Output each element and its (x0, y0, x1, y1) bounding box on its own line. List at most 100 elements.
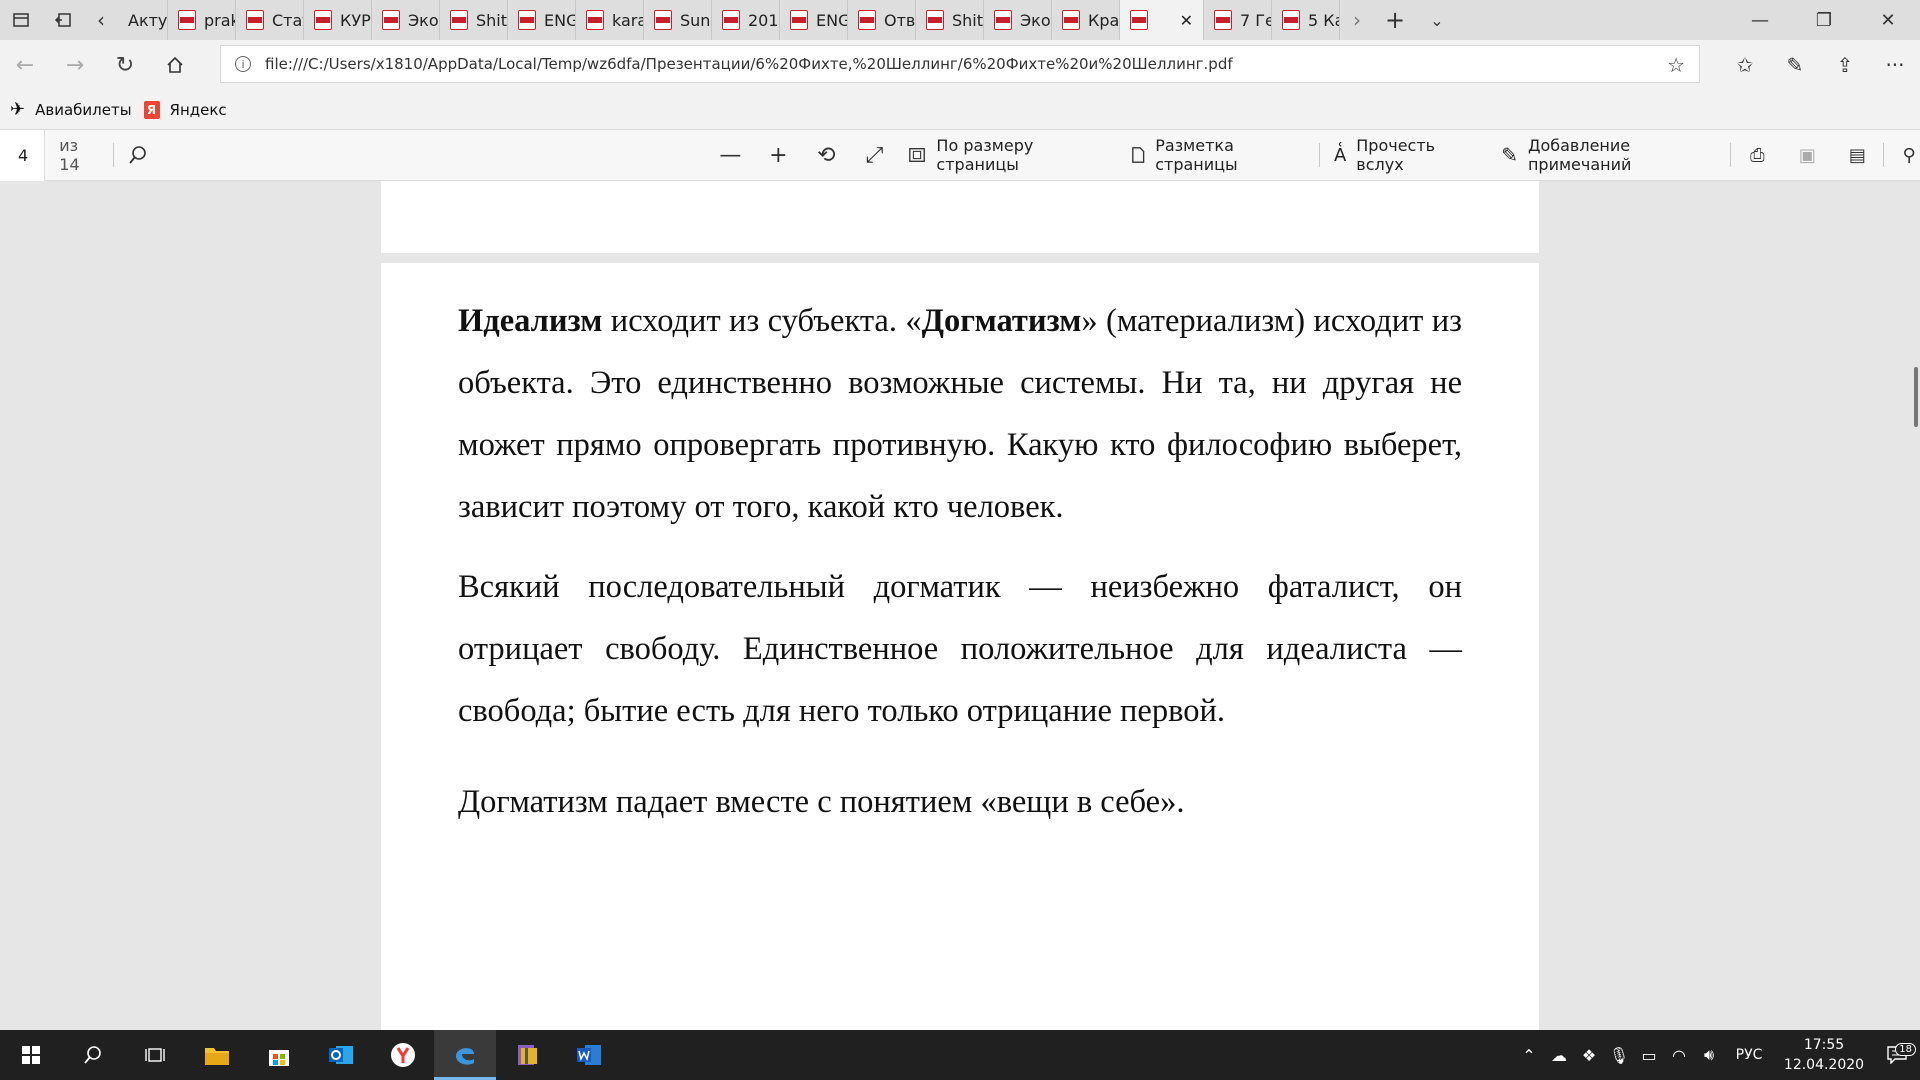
taskbar-archiver[interactable] (496, 1030, 558, 1080)
taskbar-word[interactable] (558, 1030, 620, 1080)
page-layout-icon (1131, 147, 1145, 163)
scrollbar-thumb[interactable] (1914, 367, 1918, 427)
tab[interactable]: Акту (118, 0, 168, 40)
onedrive-icon[interactable]: ☁ (1544, 1046, 1574, 1065)
tab-actions-button[interactable] (0, 0, 42, 40)
pdf-file-icon (314, 10, 332, 30)
taskbar-store[interactable] (248, 1030, 310, 1080)
tab[interactable]: Кра (1052, 0, 1120, 40)
tab-list-button[interactable]: ⌄ (1416, 0, 1458, 40)
new-tab-button[interactable]: + (1374, 0, 1416, 40)
favorite-star-icon[interactable]: ☆ (1667, 53, 1685, 77)
pdf-file-icon (722, 10, 740, 30)
refresh-button[interactable]: ↻ (100, 40, 150, 90)
rotate-button[interactable]: ⟲ (814, 143, 838, 168)
tab-label: Акту (128, 10, 168, 30)
tab[interactable]: 7 Ге (1204, 0, 1272, 40)
tab[interactable]: prak (168, 0, 236, 40)
search-icon (129, 146, 147, 164)
taskbar-yandex-browser[interactable] (372, 1030, 434, 1080)
add-notes-button[interactable]: ✎ Добавление примечаний (1501, 130, 1716, 181)
pin-toolbar-button[interactable]: ⚲ (1898, 143, 1920, 167)
dropbox-icon[interactable]: ❖ (1574, 1046, 1604, 1065)
taskbar-search-button[interactable] (62, 1030, 124, 1080)
taskbar-edge[interactable] (434, 1030, 496, 1080)
tab[interactable]: ENG (780, 0, 848, 40)
tab-label: Отв (884, 10, 916, 30)
taskbar-outlook[interactable] (310, 1030, 372, 1080)
set-tabs-aside-button[interactable] (42, 0, 84, 40)
tab-active[interactable]: ✕ (1120, 0, 1204, 40)
print-button[interactable]: ⎙ (1745, 143, 1769, 167)
search-button[interactable] (128, 130, 148, 181)
home-icon (167, 56, 183, 73)
tab[interactable]: КУРС (304, 0, 372, 40)
favorites-hub-button[interactable]: ✩ (1720, 40, 1770, 90)
tab[interactable]: 5 Ка (1272, 0, 1340, 40)
fit-to-page-button[interactable]: По размеру страницы (908, 130, 1102, 181)
scroll-tabs-left-button[interactable]: ‹ (84, 0, 118, 40)
tab-label: 201 (748, 10, 779, 30)
tab[interactable]: Стат (236, 0, 304, 40)
clock[interactable]: 17:55 12.04.2020 (1774, 1035, 1874, 1075)
pdf-file-icon (994, 10, 1012, 30)
arrow-right-icon: → (65, 52, 85, 78)
input-language[interactable]: РУС (1724, 1047, 1774, 1063)
tab[interactable]: Эко (372, 0, 440, 40)
tab[interactable]: Shit (440, 0, 508, 40)
tab[interactable]: Sun (644, 0, 712, 40)
minimize-button[interactable]: — (1728, 0, 1792, 40)
document-viewport[interactable]: Идеализм исходит из субъекта. «Догматизм… (0, 181, 1920, 1030)
action-center-button[interactable]: 18 (1874, 1043, 1920, 1064)
volume-icon[interactable]: 🔊︎ (1694, 1045, 1724, 1065)
tab-label: КУРС (340, 10, 371, 30)
page-number-input[interactable]: 4 (0, 129, 46, 181)
start-button[interactable] (0, 1030, 62, 1080)
close-tab-icon[interactable]: ✕ (1180, 11, 1193, 30)
tab[interactable]: Shit (916, 0, 984, 40)
forward-button[interactable]: → (50, 40, 100, 90)
more-icon: ··· (1885, 53, 1905, 77)
fit-to-page-label: По размеру страницы (936, 136, 1034, 174)
favorite-item-aviabilety[interactable]: ✈ Авиабилеты (10, 99, 132, 120)
tab[interactable]: Эко (984, 0, 1052, 40)
pdf-file-icon (1130, 10, 1148, 30)
wifi-icon[interactable]: ◠ (1664, 1046, 1694, 1065)
read-aloud-button[interactable]: A͑ Прочесть вслух (1334, 130, 1473, 181)
settings-more-button[interactable]: ··· (1870, 40, 1920, 90)
restore-button[interactable]: ❐ (1792, 0, 1856, 40)
outlook-icon (329, 1046, 353, 1064)
microphone-icon[interactable]: 🎙︎ (1604, 1046, 1634, 1065)
favorites-bar: ✈ Авиабилеты Я Яндекс (0, 90, 1920, 130)
divider (1319, 143, 1320, 167)
clock-time: 17:55 (1803, 1037, 1845, 1053)
battery-icon[interactable]: ▭ (1634, 1046, 1664, 1065)
save-as-button[interactable]: ▤ (1845, 143, 1869, 167)
zoom-in-button[interactable]: + (766, 143, 790, 168)
tab-label: Эко (408, 10, 439, 30)
tab[interactable]: ENG (508, 0, 576, 40)
page-layout-button[interactable]: Разметка страницы (1131, 130, 1305, 181)
tab-label: kara (612, 10, 644, 30)
web-note-button[interactable]: ✎ (1770, 40, 1820, 90)
fullscreen-button[interactable]: ⤢ (862, 143, 886, 168)
zoom-out-button[interactable]: — (718, 143, 742, 168)
clock-date: 12.04.2020 (1783, 1057, 1865, 1073)
address-bar[interactable]: i file:///C:/Users/x1810/AppData/Local/T… (220, 45, 1700, 83)
tab[interactable]: Отв (848, 0, 916, 40)
task-view-button[interactable] (124, 1030, 186, 1080)
close-window-button[interactable]: ✕ (1856, 0, 1920, 40)
back-button[interactable]: ← (0, 40, 50, 90)
show-hidden-icons-button[interactable]: ⌃ (1514, 1046, 1544, 1065)
search-icon (84, 1046, 101, 1064)
system-tray: ⌃ ☁ ❖ 🎙︎ ▭ ◠ 🔊︎ РУС 17:55 12.04.2020 18 (1514, 1030, 1920, 1080)
tab[interactable]: kara (576, 0, 644, 40)
favorite-item-yandex[interactable]: Я Яндекс (143, 100, 227, 119)
info-icon[interactable]: i (235, 56, 251, 72)
taskbar-explorer[interactable] (186, 1030, 248, 1080)
tab[interactable]: 201 (712, 0, 780, 40)
save-button[interactable]: ▣ (1795, 143, 1819, 167)
home-button[interactable] (150, 40, 200, 90)
share-button[interactable]: ⇪ (1820, 40, 1870, 90)
scroll-tabs-right-button[interactable]: › (1340, 0, 1374, 40)
